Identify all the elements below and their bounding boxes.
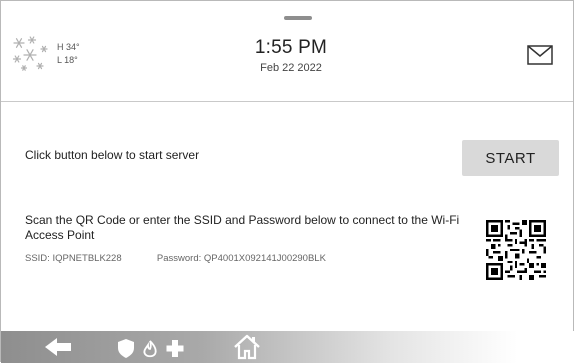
snowflake-icon xyxy=(12,36,48,71)
ssid-value: IQPNETBLK228 xyxy=(52,253,122,264)
current-time: 1:55 PM xyxy=(254,37,328,58)
home-icon[interactable] xyxy=(233,334,261,360)
wifi-instruction: Scan the QR Code or enter the SSID and P… xyxy=(25,213,460,242)
envelope-icon xyxy=(527,45,553,65)
password-label: Password: xyxy=(156,253,202,264)
qr-code-icon xyxy=(486,220,546,280)
header-divider xyxy=(1,101,573,102)
ssid-label: SSID: xyxy=(25,253,50,264)
clock: 1:55 PM Feb 22 2022 xyxy=(201,37,381,74)
current-date: Feb 22 2022 xyxy=(260,62,322,74)
wifi-credentials: SSID: IQPNETBLK228 Password: QP4001X0921… xyxy=(25,253,326,264)
temperature-readout: H 34° L 18° xyxy=(57,41,80,67)
start-button[interactable]: START xyxy=(462,140,559,176)
bottom-nav-bar xyxy=(1,331,574,363)
low-temperature: L 18° xyxy=(57,55,78,65)
security-icon xyxy=(118,339,184,358)
panel-screen: H 34° L 18° 1:55 PM Feb 22 2022 Click bu… xyxy=(0,0,574,363)
start-server-instruction: Click button below to start server xyxy=(25,148,200,162)
security-button[interactable] xyxy=(117,337,191,359)
messages-button[interactable] xyxy=(527,45,553,70)
weather-widget[interactable]: H 34° L 18° xyxy=(11,35,101,75)
password-value: QP4001X092141J00290BLK xyxy=(203,253,326,264)
high-temperature: H 34° xyxy=(57,42,80,52)
back-arrow-icon[interactable] xyxy=(43,336,73,358)
pull-down-handle[interactable] xyxy=(284,16,312,20)
